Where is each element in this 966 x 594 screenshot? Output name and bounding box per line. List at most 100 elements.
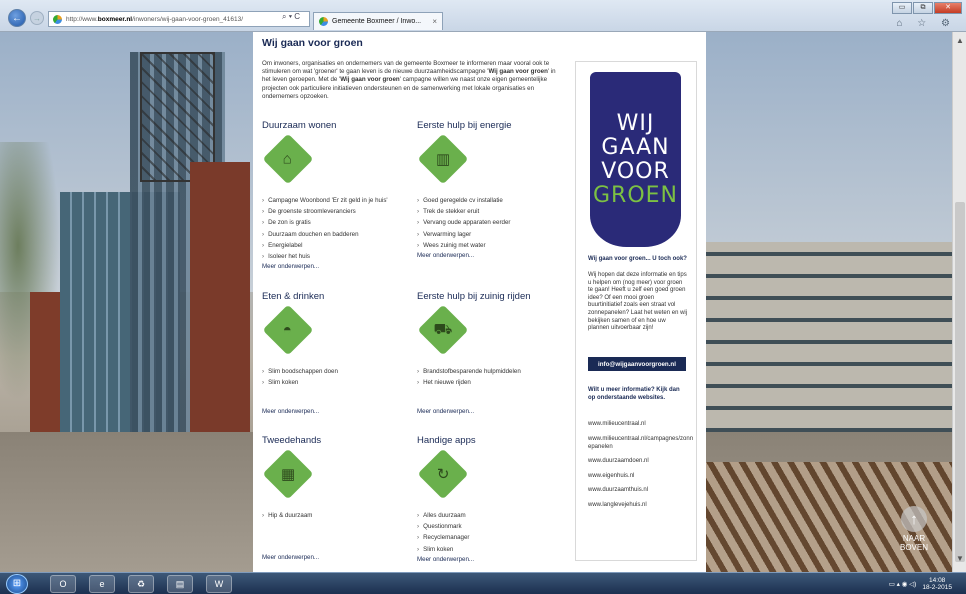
tab-favicon-icon [319,17,328,26]
start-button[interactable]: ⊞ [6,574,28,594]
brick-building [190,162,250,462]
section-title[interactable]: Handige apps [417,435,567,446]
list-item[interactable]: Alles duurzaam [417,510,567,521]
logo-line: WIJ [616,110,655,136]
minimize-button[interactable]: ▭ [892,2,912,14]
list-item[interactable]: Slim koken [262,377,412,388]
list-item[interactable]: Brandstofbesparende hulpmiddelen [417,366,567,377]
list-item[interactable]: Goed geregelde cv installatie [417,195,567,206]
clock-time: 14:08 [929,576,946,584]
list-item[interactable]: Campagne Woonbond 'Er zit geld in je hui… [262,195,412,206]
tray-icons[interactable]: ▭ ▴ ◉ ◁) [889,580,917,588]
list-item[interactable]: Het nieuwe rijden [417,377,567,388]
list-item[interactable]: Energielabel [262,240,412,251]
site-favicon-icon [53,14,62,24]
food-cloche-icon[interactable]: ◓ [262,304,314,356]
email-button[interactable]: info@wijgaanvoorgroen.nl [588,357,686,371]
home-favorites-settings-icons[interactable]: ⌂ ☆ ⚙ [896,18,956,29]
list-item[interactable]: De zon is gratis [262,217,412,228]
refresh-plug-icon[interactable]: ↻ [417,448,469,500]
list-item[interactable]: Recyclemanager [417,532,567,543]
list-item[interactable]: Duurzaam douchen en badderen [262,229,412,240]
scroll-thumb[interactable] [955,202,965,562]
radiator-icon[interactable]: ▥ [417,133,469,185]
section-glyph: ↻ [436,465,450,483]
section-title[interactable]: Tweedehands [262,435,412,446]
folder-icon[interactable]: ▤ [167,575,193,593]
back-button[interactable]: ← [8,9,26,27]
website-link[interactable]: www.milieucentraal.nl [588,420,696,428]
sidebar-text: Wij hopen dat deze informatie en tips u … [588,272,688,332]
list-item[interactable]: Slim boodschappen doen [262,366,412,377]
website-link[interactable]: www.duurzaamdoen.nl [588,457,696,465]
restore-button[interactable]: ⧉ [913,2,933,14]
clock[interactable]: 14:08 18-2-2015 [922,577,952,592]
word-icon[interactable]: W [206,575,232,593]
website-links: www.milieucentraal.nl www.milieucentraal… [588,420,696,515]
section-glyph: ⌂ [283,150,293,168]
list-item[interactable]: Verwarming lager [417,229,567,240]
back-to-top-button[interactable]: ↑ NAAR BOVEN [890,506,938,552]
browser-toolbar: ← → http://www. boxmeer.nl/inwoners/wij-g… [0,0,966,32]
solar-panel-icon[interactable]: ▦ [262,448,314,500]
address-host: boxmeer.nl [97,15,133,23]
section-title[interactable]: Eerste hulp bij energie [417,120,567,131]
more-topics-link[interactable]: Meer onderwerpen... [262,263,319,270]
website-link[interactable]: www.langlevejehuis.nl [588,501,696,509]
section-glyph: ◓ [283,321,293,339]
vertical-scrollbar[interactable]: ▲ ▼ [952,32,966,572]
page-title: Wij gaan voor groen [262,37,363,49]
forward-button[interactable]: → [30,11,44,25]
house-leaf-icon[interactable]: ⌂ [262,133,314,185]
list-item[interactable]: Questionmark [417,521,567,532]
list-item[interactable]: Slim koken [417,544,567,555]
website-link[interactable]: www.eigenhuis.nl [588,472,696,480]
sidebar-heading: Wij gaan voor groen... U toch ook? [588,256,687,262]
browser-tab[interactable]: Gemeente Boxmeer / Inwo... × [313,12,443,30]
address-tools[interactable]: ⌕ ▾ C [282,12,300,22]
back-to-top-label: BOVEN [899,543,928,552]
scroll-down-icon[interactable]: ▼ [953,554,966,568]
more-topics-link[interactable]: Meer onderwerpen... [262,408,319,415]
website-link[interactable]: www.milieucentraal.nl/campagnes/zonnepan… [588,435,696,451]
section-title[interactable]: Eerste hulp bij zuinig rijden [417,291,567,302]
logo-line: VOOR [601,158,670,184]
sidebar: WIJ GAAN VOOR GROEN Wij gaan voor groen.… [575,61,697,561]
campaign-logo: WIJ GAAN VOOR GROEN [590,72,681,247]
intro-bold: Wij gaan voor groen [340,76,400,84]
list-item[interactable]: Wees zuinig met water [417,240,567,251]
back-to-top-label: NAAR [902,534,926,543]
address-path: /inwoners/wij-gaan-voor-groen_41613/ [132,15,244,23]
more-topics-link[interactable]: Meer onderwerpen... [417,252,474,259]
section-glyph: ▦ [280,466,296,483]
more-topics-link[interactable]: Meer onderwerpen... [417,556,474,563]
address-bar[interactable]: http://www. boxmeer.nl/inwoners/wij-gaan-… [48,11,310,27]
list-item[interactable]: Trek de stekker eruit [417,206,567,217]
car-icon[interactable]: ⛟ [417,304,469,356]
recycle-app-icon[interactable]: ♻ [128,575,154,593]
tab-close-icon[interactable]: × [432,17,437,26]
topic-list: Slim boodschappen doen Slim koken [262,366,412,388]
outlook-icon[interactable]: O [50,575,76,593]
logo-line: GAAN [601,134,670,160]
website-link[interactable]: www.duurzaamthuis.nl [588,486,696,494]
close-window-button[interactable]: ✕ [934,2,962,14]
clock-date: 18-2-2015 [922,584,952,591]
internet-explorer-icon[interactable]: e [89,575,115,593]
list-item[interactable]: Isoleer het huis [262,251,412,262]
scroll-up-icon[interactable]: ▲ [953,36,966,50]
section-title[interactable]: Eten & drinken [262,291,412,302]
section-title[interactable]: Duurzaam wonen [262,120,412,131]
list-item[interactable]: De groenste stroomleveranciers [262,206,412,217]
section-eerste-hulp-energie: Eerste hulp bij energie ▥ Goed geregelde… [417,120,567,251]
section-handige-apps: Handige apps ↻ Alles duurzaam Questionma… [417,435,567,555]
content-panel: Wij gaan voor groen Om inwoners, organis… [253,32,706,572]
pinned-apps: O e ♻ ▤ W [50,575,232,593]
more-topics-link[interactable]: Meer onderwerpen... [262,554,319,561]
intro-text: Om inwoners, organisaties en ondernemers… [262,60,562,101]
section-tweedehands: Tweedehands ▦ Hip & duurzaam [262,435,412,521]
tab-title: Gemeente Boxmeer / Inwo... [332,18,422,25]
list-item[interactable]: Hip & duurzaam [262,510,412,521]
list-item[interactable]: Vervang oude apparaten eerder [417,217,567,228]
more-topics-link[interactable]: Meer onderwerpen... [417,408,474,415]
